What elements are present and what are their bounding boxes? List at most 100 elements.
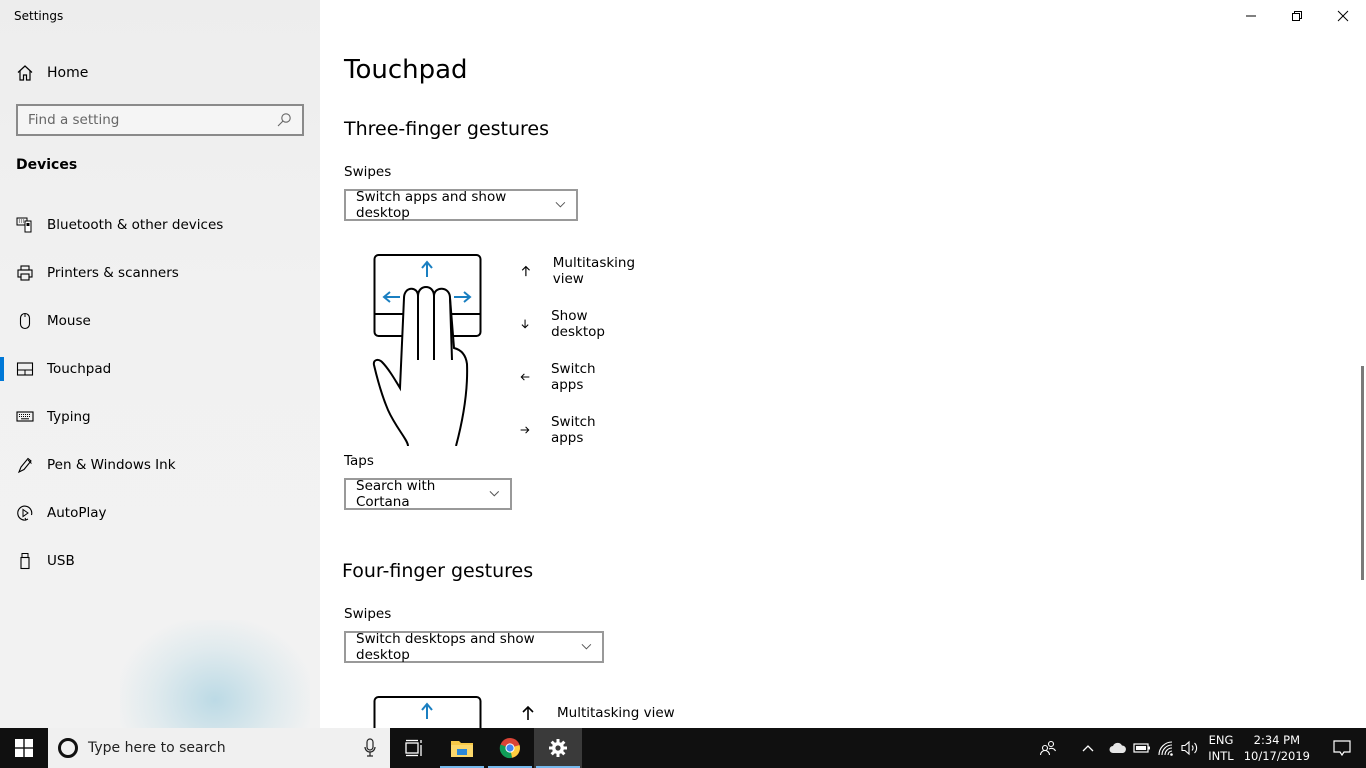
window-controls xyxy=(1228,0,1366,32)
wifi-icon xyxy=(1158,741,1174,756)
taskbar: Type here to search ENG INTL 2:34 PM 10/… xyxy=(0,728,1366,768)
dropdown-value: Switch desktops and show desktop xyxy=(356,631,535,663)
gesture-label: Switch apps xyxy=(550,361,596,393)
chrome-icon xyxy=(499,738,520,759)
home-icon xyxy=(17,65,33,81)
find-setting-input[interactable] xyxy=(28,112,276,128)
volume-button[interactable] xyxy=(1178,728,1202,768)
microphone-icon[interactable] xyxy=(362,738,378,758)
restore-button[interactable] xyxy=(1274,0,1320,32)
sidebar-item-autoplay[interactable]: AutoPlay xyxy=(0,489,320,537)
chevron-down-icon xyxy=(555,201,566,208)
sidebar-item-label: Touchpad xyxy=(47,361,112,377)
sidebar-item-mouse[interactable]: Mouse xyxy=(0,297,320,345)
arrow-up-icon xyxy=(521,265,530,277)
search-icon[interactable] xyxy=(276,112,292,128)
arrow-down-icon xyxy=(521,319,529,329)
arrow-left-icon xyxy=(520,373,530,381)
sidebar-item-label: AutoPlay xyxy=(47,505,107,521)
mouse-icon xyxy=(16,312,34,330)
bluetooth-devices-icon xyxy=(16,216,34,234)
gesture-row: Switch apps xyxy=(520,361,602,393)
notification-icon xyxy=(1333,740,1351,757)
home-label: Home xyxy=(47,65,89,81)
taskbar-chrome[interactable] xyxy=(486,728,534,768)
action-center-button[interactable] xyxy=(1318,728,1366,768)
chevron-down-icon xyxy=(489,491,500,497)
gesture-label: Show desktop xyxy=(551,308,605,340)
onedrive-cloud-icon xyxy=(1109,742,1127,753)
sidebar-item-touchpad[interactable]: Touchpad xyxy=(0,345,320,393)
usb-icon xyxy=(16,552,34,570)
minimize-button[interactable] xyxy=(1228,0,1274,32)
clock[interactable]: 2:34 PM 10/17/2019 xyxy=(1244,732,1310,764)
three-finger-taps-label: Taps xyxy=(344,453,374,469)
sidebar-item-printers[interactable]: Printers & scanners xyxy=(0,249,320,297)
language-code: ENG xyxy=(1208,733,1234,747)
sidebar-item-usb[interactable]: USB xyxy=(0,537,320,585)
arrow-right-icon xyxy=(520,426,530,434)
system-tray: ENG INTL 2:34 PM 10/17/2019 xyxy=(1030,728,1366,768)
gesture-row: Show desktop xyxy=(520,308,611,340)
task-view-button[interactable] xyxy=(390,728,438,768)
battery-icon xyxy=(1133,743,1151,753)
keyboard-icon xyxy=(16,408,34,426)
main-content: Touchpad Three-finger gestures Swipes Sw… xyxy=(320,0,1366,728)
onedrive-button[interactable] xyxy=(1106,728,1130,768)
windows-logo-icon xyxy=(15,739,33,757)
settings-gear-icon xyxy=(549,739,567,757)
gesture-label: Multitasking view xyxy=(552,255,636,287)
sidebar-item-label: Typing xyxy=(47,409,91,425)
close-icon xyxy=(1337,10,1349,22)
taskbar-search-placeholder: Type here to search xyxy=(88,740,226,756)
keyboard-layout: INTL xyxy=(1208,749,1234,763)
autoplay-icon xyxy=(16,504,34,522)
sidebar-item-label: Pen & Windows Ink xyxy=(47,457,176,473)
taskbar-file-explorer[interactable] xyxy=(438,728,486,768)
network-button[interactable] xyxy=(1154,728,1178,768)
three-finger-swipes-label: Swipes xyxy=(344,164,392,180)
cortana-icon xyxy=(58,738,78,758)
three-finger-gesture-illustration xyxy=(372,254,482,446)
dropdown-value: Switch apps and show desktop xyxy=(356,189,507,221)
home-nav-item[interactable]: Home xyxy=(16,62,88,84)
start-button[interactable] xyxy=(0,728,48,768)
minimize-icon xyxy=(1246,15,1256,17)
sidebar-item-label: Bluetooth & other devices xyxy=(47,217,224,233)
taskbar-search-box[interactable]: Type here to search xyxy=(48,728,390,768)
three-finger-taps-dropdown[interactable]: Search with Cortana xyxy=(344,478,512,510)
speaker-icon xyxy=(1181,740,1198,756)
vertical-scrollbar[interactable] xyxy=(1361,366,1364,580)
people-icon xyxy=(1040,740,1057,756)
people-button[interactable] xyxy=(1030,728,1066,768)
four-finger-swipes-dropdown[interactable]: Switch desktops and show desktop xyxy=(344,631,604,663)
taskbar-settings[interactable] xyxy=(534,728,582,768)
gesture-row: Multitasking view xyxy=(520,703,675,723)
dropdown-value: Search with Cortana xyxy=(356,478,436,510)
close-button[interactable] xyxy=(1320,0,1366,32)
gesture-label: Multitasking view xyxy=(557,705,675,721)
task-view-icon xyxy=(405,739,422,757)
four-finger-swipes-label: Swipes xyxy=(344,606,392,622)
printer-icon xyxy=(16,264,34,282)
page-title: Touchpad xyxy=(344,55,468,85)
arrow-up-icon xyxy=(522,705,534,720)
chevron-up-icon xyxy=(1082,745,1094,752)
show-hidden-icons-button[interactable] xyxy=(1070,728,1106,768)
sidebar-item-pen[interactable]: Pen & Windows Ink xyxy=(0,441,320,489)
sidebar-acrylic-glow xyxy=(120,620,310,728)
input-language-indicator[interactable]: ENG INTL xyxy=(1208,732,1233,764)
clock-date: 10/17/2019 xyxy=(1243,749,1310,763)
app-title: Settings xyxy=(14,9,64,23)
sidebar-nav: Bluetooth & other devices Printers & sca… xyxy=(0,201,320,585)
battery-button[interactable] xyxy=(1130,728,1154,768)
three-finger-swipes-dropdown[interactable]: Switch apps and show desktop xyxy=(344,189,578,221)
sidebar-item-typing[interactable]: Typing xyxy=(0,393,320,441)
sidebar: Settings Home Devices Bluetooth & other … xyxy=(0,0,320,728)
find-setting-search[interactable] xyxy=(16,104,304,136)
clock-time: 2:34 PM xyxy=(1253,733,1301,747)
sidebar-item-bluetooth[interactable]: Bluetooth & other devices xyxy=(0,201,320,249)
gesture-row: Multitasking view xyxy=(520,255,639,287)
restore-icon xyxy=(1292,11,1302,21)
file-explorer-icon xyxy=(451,741,473,757)
